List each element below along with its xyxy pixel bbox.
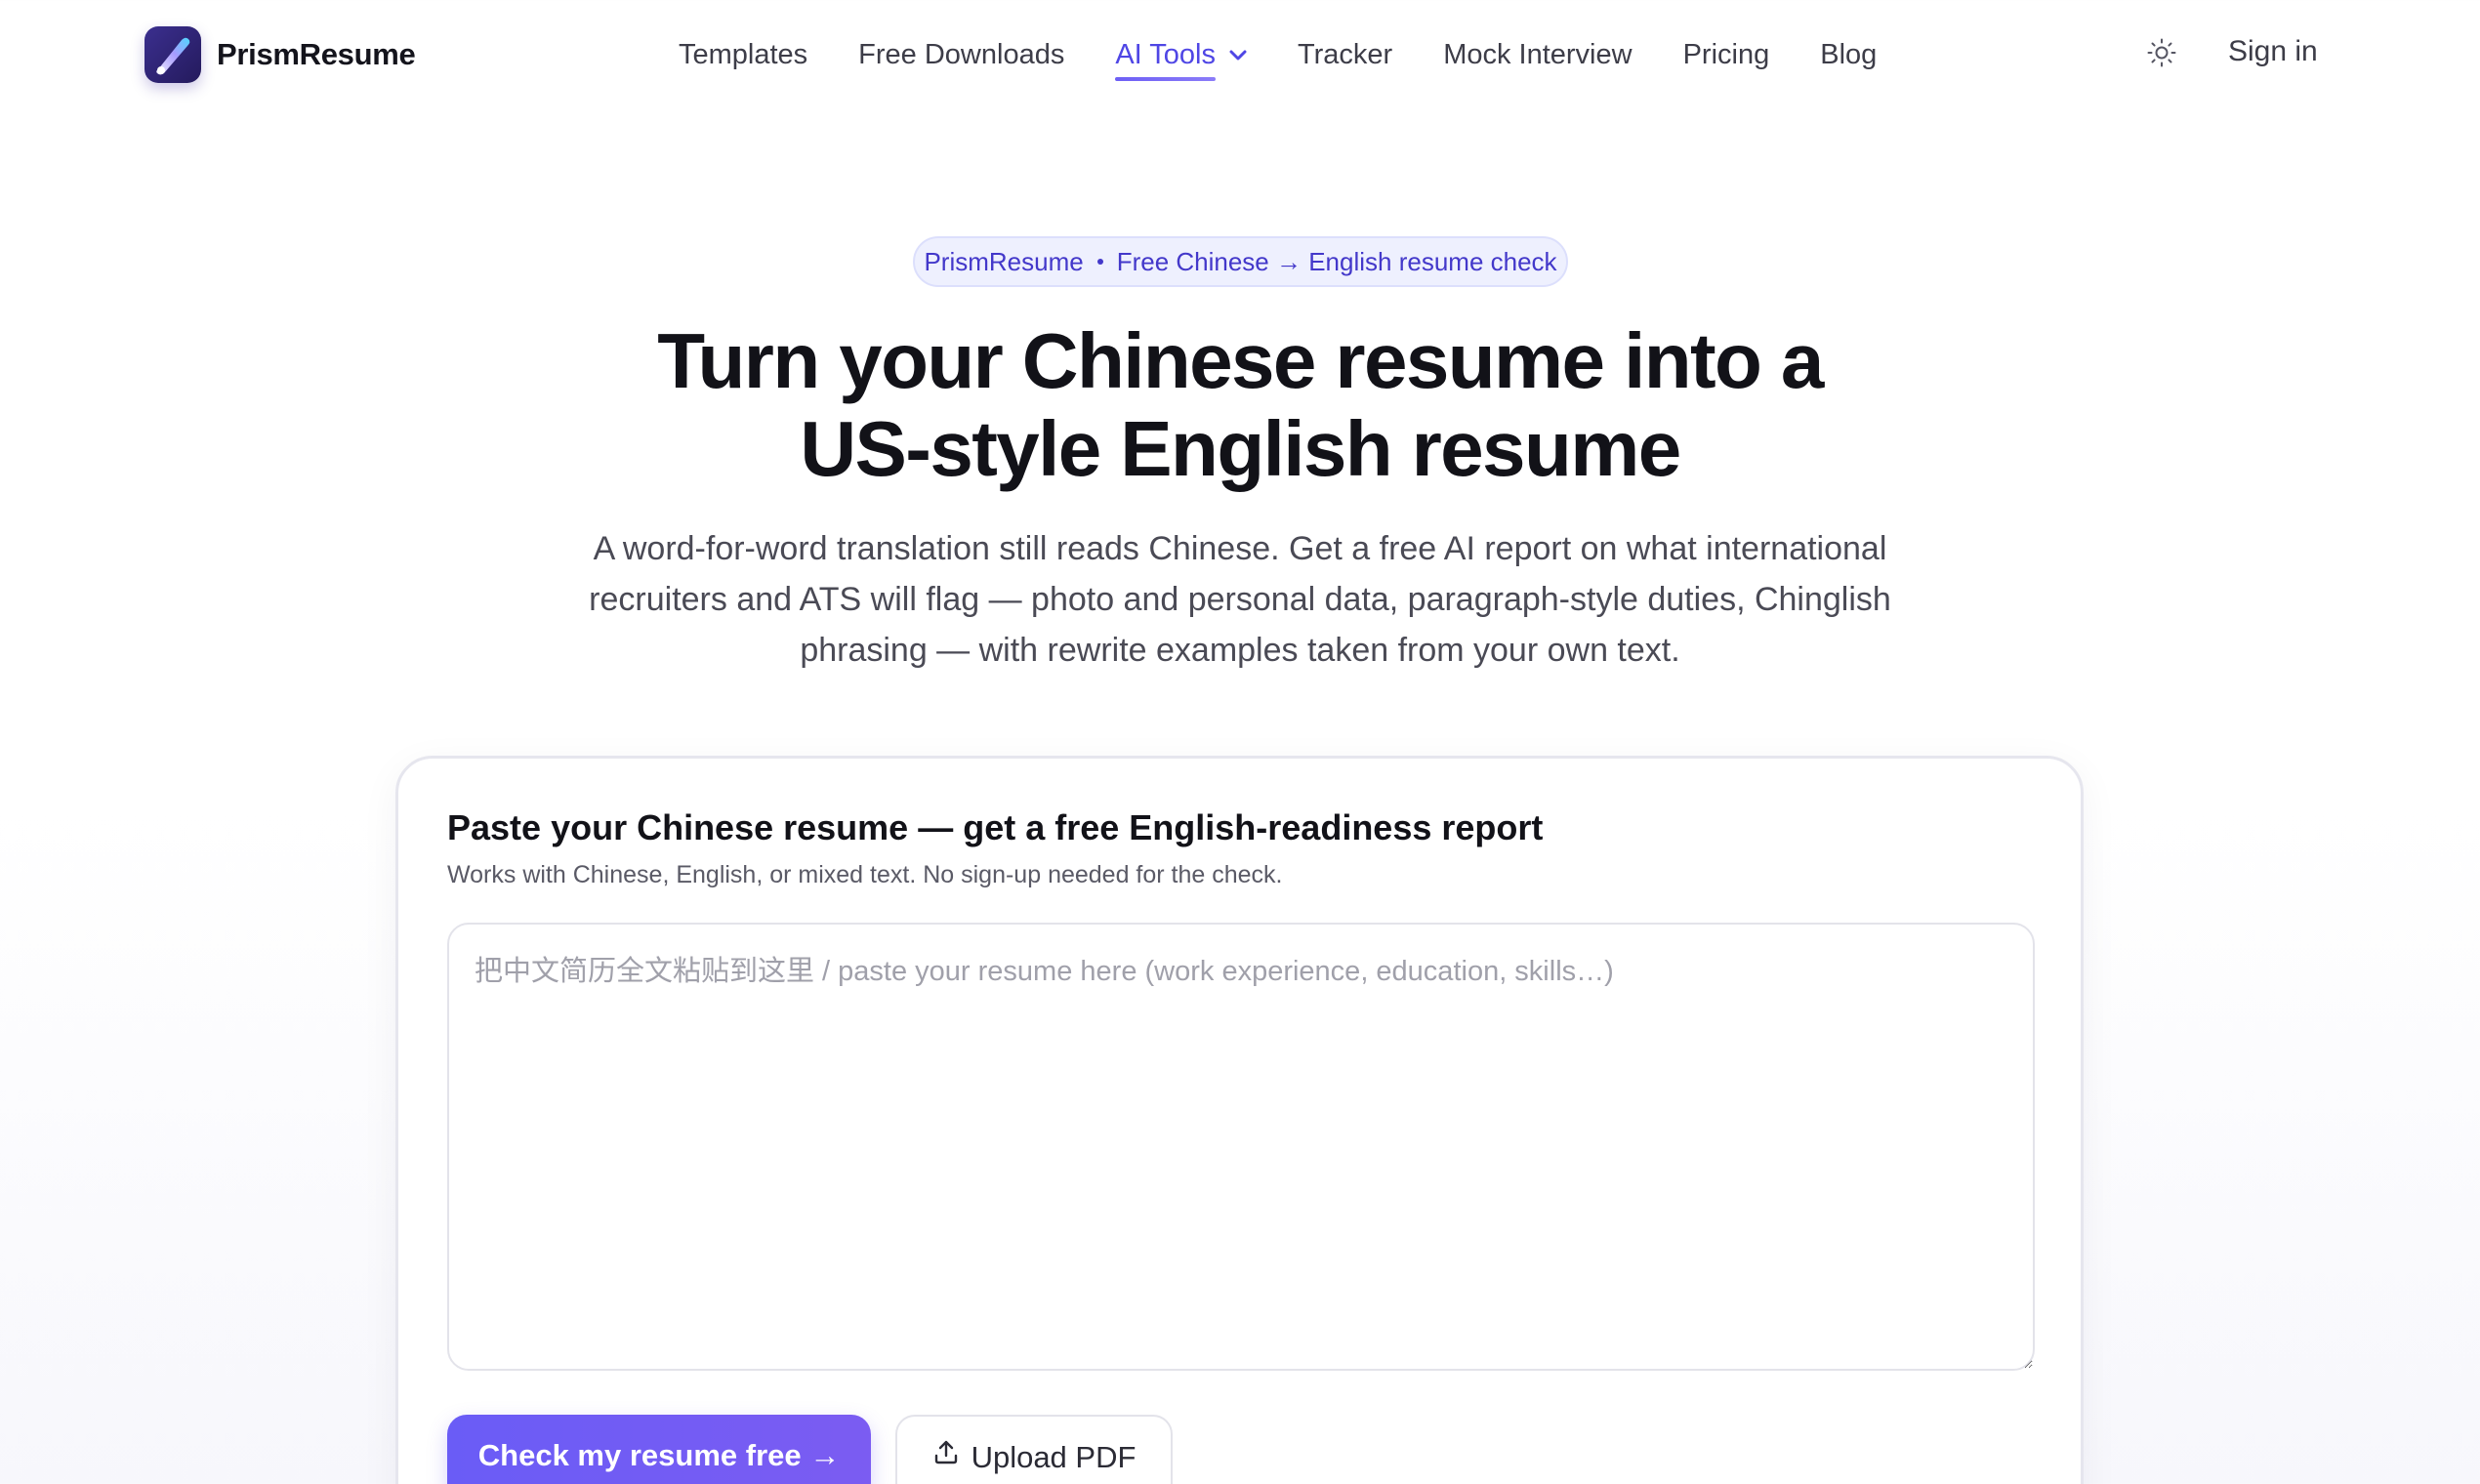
nav-label: AI Tools (1115, 39, 1216, 81)
hero-title: Turn your Chinese resume into a US-style… (459, 317, 2021, 493)
chevron-down-icon (1229, 50, 1247, 62)
sun-icon (2146, 37, 2177, 73)
upload-icon (932, 1438, 960, 1465)
pill-brand: PrismResume (924, 246, 1084, 276)
resume-check-card: Paste your Chinese resume — get a free E… (395, 756, 2084, 1484)
top-navbar: PrismResume Templates Free Downloads AI … (0, 0, 2480, 110)
prism-logo-icon (145, 26, 201, 83)
resume-textarea[interactable] (447, 923, 2035, 1371)
hero-pill-badge[interactable]: PrismResume Free Chinese → English resum… (913, 236, 1568, 287)
upload-pdf-label: Upload PDF (971, 1440, 1137, 1474)
nav-ai-tools[interactable]: AI Tools (1115, 39, 1247, 81)
hero-subtitle: A word-for-word translation still reads … (589, 530, 1891, 669)
pill-text: Free Chinese → English resume check (1116, 246, 1557, 276)
brand-logo-link[interactable]: PrismResume (145, 26, 416, 83)
nav-label: Mock Interview (1443, 39, 1633, 70)
nav-pricing[interactable]: Pricing (1683, 39, 1770, 71)
nav-label: Pricing (1682, 39, 1770, 70)
nav-label: Blog (1820, 39, 1878, 70)
hero-title-line-2: US-style English resume (800, 405, 1681, 492)
card-title: Paste your Chinese resume — get a free E… (447, 807, 1544, 847)
theme-toggle-button[interactable] (2144, 37, 2179, 72)
check-resume-button[interactable]: Check my resume free → (447, 1415, 871, 1484)
brand-name: PrismResume (217, 37, 416, 71)
hero-title-line-1: Turn your Chinese resume into a (657, 317, 1824, 404)
pill-separator-dot (1096, 259, 1103, 265)
nav-templates[interactable]: Templates (679, 39, 807, 71)
nav-label: Tracker (1297, 39, 1393, 70)
nav-free-downloads[interactable]: Free Downloads (858, 39, 1064, 71)
main-nav: Templates Free Downloads AI Tools Tracke… (679, 0, 1927, 110)
card-subtitle: Works with Chinese, English, or mixed te… (447, 861, 1283, 888)
nav-label: Templates (679, 39, 808, 70)
upload-pdf-button[interactable]: Upload PDF (895, 1415, 1173, 1484)
nav-blog[interactable]: Blog (1820, 39, 1877, 71)
nav-mock-interview[interactable]: Mock Interview (1443, 39, 1632, 71)
nav-tracker[interactable]: Tracker (1298, 39, 1392, 71)
nav-label: Free Downloads (858, 39, 1065, 70)
signin-link[interactable]: Sign in (2228, 35, 2318, 68)
